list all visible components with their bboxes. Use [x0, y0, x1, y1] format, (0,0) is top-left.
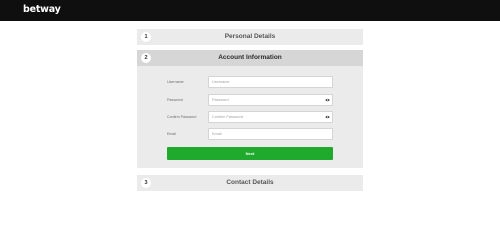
- eye-icon[interactable]: [325, 98, 330, 102]
- next-button[interactable]: Next: [167, 147, 333, 160]
- confirm-password-label: Confirm Password: [167, 115, 197, 119]
- step-number-badge: 3: [141, 178, 151, 188]
- password-input[interactable]: [212, 95, 322, 105]
- step-title: Account Information: [218, 54, 282, 61]
- step-number-badge: 2: [141, 53, 151, 63]
- step-title: Contact Details: [226, 179, 274, 186]
- betway-logo[interactable]: betway: [23, 4, 61, 16]
- step-contact-details[interactable]: Contact Details 3: [137, 175, 363, 191]
- confirm-password-field-box: [208, 111, 333, 123]
- username-field-box: [208, 76, 333, 88]
- top-navigation-bar: betway: [0, 0, 500, 21]
- username-label: Username: [167, 80, 184, 84]
- password-field-box: [208, 94, 333, 106]
- confirm-password-input[interactable]: [212, 112, 322, 122]
- email-input[interactable]: [212, 129, 322, 139]
- step-header[interactable]: Personal Details 1: [137, 29, 363, 45]
- username-input[interactable]: [212, 77, 322, 87]
- eye-icon[interactable]: [325, 115, 330, 119]
- step-header[interactable]: Account Information 2: [137, 50, 363, 66]
- step-number-badge: 1: [141, 32, 151, 42]
- step-personal-details[interactable]: Personal Details 1: [137, 29, 363, 45]
- password-label: Password: [167, 98, 183, 102]
- email-label: Email: [167, 132, 176, 136]
- email-field-box: [208, 128, 333, 140]
- step-account-information: Account Information 2 Username Password …: [137, 50, 363, 168]
- step-title: Personal Details: [224, 33, 276, 40]
- step-header[interactable]: Contact Details 3: [137, 175, 363, 191]
